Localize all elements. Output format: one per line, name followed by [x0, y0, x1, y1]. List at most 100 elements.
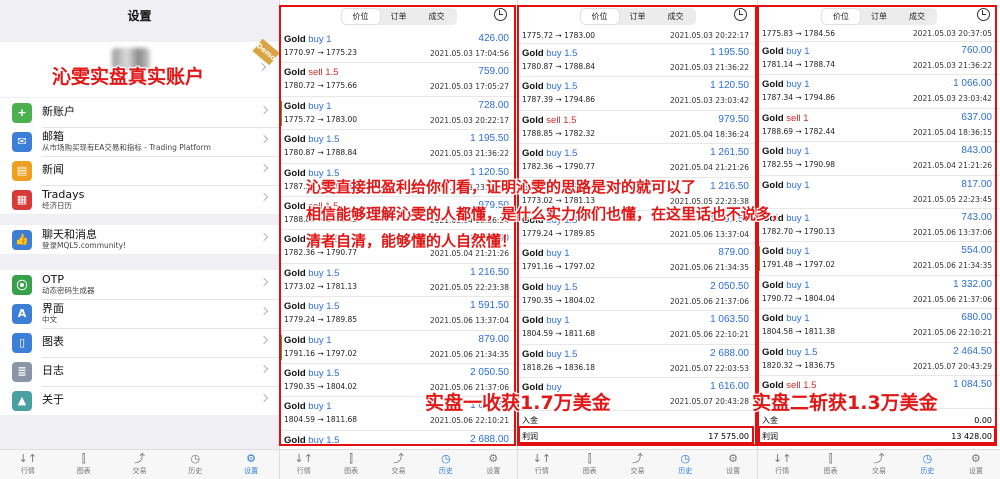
tab-trade[interactable]: ⤴ 交易: [112, 450, 168, 479]
tab-chart-tab[interactable]: ⫿ 图表: [56, 450, 112, 479]
settings-row[interactable]: ≣ 日志: [0, 357, 279, 386]
tab-label: 设置: [244, 467, 259, 475]
settings-group-1: + 新账户 ✉ 邮箱 从市场购买现有EA交易和指标 - Trading Platform…: [0, 98, 279, 214]
tab-history[interactable]: ◷ 历史: [903, 450, 951, 479]
chevron-right-icon: [257, 62, 267, 72]
settings-row-sublabel: 中文: [42, 314, 57, 324]
highlight-frame-panel-3: [757, 5, 997, 446]
overlay-caption-2: 实盘二斩获1.3万美金: [752, 392, 938, 414]
page-title: 设置: [127, 8, 152, 23]
tab-history[interactable]: ◷ 历史: [422, 450, 469, 479]
tab-chart-tab[interactable]: ⫿ 图表: [566, 450, 614, 479]
trade-icon: ⤴: [873, 452, 885, 465]
settings-row-text: Tradays 经济日历: [42, 187, 279, 210]
tab-label: 图表: [823, 467, 838, 475]
settings-row[interactable]: ▦ Tradays 经济日历: [0, 185, 279, 214]
profit-highlight-1: [518, 426, 754, 444]
settings-row[interactable]: ✉ 邮箱 从市场购买现有EA交易和指标 - Trading Platform: [0, 127, 279, 156]
tab-label: 交易: [391, 467, 406, 475]
settings-group-2: 👍 聊天和消息 登录MQL5.community!: [0, 225, 279, 254]
settings-row-text: OTP 动态密码生成器: [42, 272, 279, 295]
settings-row-text: 关于: [42, 394, 279, 407]
tab-trade[interactable]: ⤴ 交易: [855, 450, 903, 479]
overlay-line-3: 清者自清，能够懂的人自然懂！: [306, 232, 517, 250]
history-icon: ◷: [680, 452, 691, 465]
tab-quotes[interactable]: ↓↑ 行情: [518, 450, 566, 479]
history-icon: ◷: [922, 452, 933, 465]
tab-settings[interactable]: ⚙ 设置: [709, 450, 757, 479]
settings-icon: ⚙: [728, 452, 739, 465]
settings-row[interactable]: ▯ 图表: [0, 328, 279, 357]
tab-label: 行情: [534, 467, 549, 475]
tab-label: 设置: [486, 467, 501, 475]
history-icon: ◷: [190, 452, 201, 465]
settings-row-sublabel: 从市场购买现有EA交易和指标 - Trading Platform: [42, 142, 211, 152]
log-icon: ≣: [12, 361, 32, 382]
tab-chart-tab[interactable]: ⫿ 图表: [327, 450, 374, 479]
overlay-line-2: 相信能够理解沁雯的人都懂，是什么实力你们也懂，在这里话也不说多，: [306, 205, 787, 223]
trade-icon: ⤴: [631, 452, 643, 465]
chart-tab-icon: ⫿: [81, 452, 86, 465]
language-icon: A: [12, 303, 32, 324]
chat-icon: 👍: [12, 229, 32, 250]
tab-quotes[interactable]: ↓↑ 行情: [758, 450, 806, 479]
settings-row-label: OTP: [42, 272, 65, 286]
tab-settings[interactable]: ⚙ 设置: [470, 450, 517, 479]
tab-label: 交易: [872, 467, 887, 475]
quotes-icon: ↓↑: [532, 452, 552, 465]
tab-settings[interactable]: ⚙ 设置: [952, 450, 1000, 479]
tab-trade[interactable]: ⤴ 交易: [375, 450, 422, 479]
tab-trade[interactable]: ⤴ 交易: [614, 450, 662, 479]
highlight-frame-panel-1: [279, 5, 516, 446]
settings-group-3: ⦿ OTP 动态密码生成器 A 界面 中文 ▯ 图表 ≣ 日志 ▲ 关于: [0, 270, 279, 415]
settings-row-sublabel: 动态密码生成器: [42, 285, 95, 295]
settings-row-text: 新闻: [42, 164, 279, 177]
settings-row[interactable]: ▲ 关于: [0, 386, 279, 415]
screenshot-collage: 设置 Demo + 新账户 ✉ 邮箱 从市场购买现有EA交易和指标 - Trading …: [0, 0, 1000, 479]
profit-highlight-2: [758, 426, 996, 444]
bottom-tab-bar: ↓↑ 行情 ⫿ 图表 ⤴ 交易 ◷ 历史 ⚙ 设置: [518, 449, 757, 479]
settings-row-text: 新账户: [42, 106, 279, 119]
settings-row[interactable]: A 界面 中文: [0, 299, 279, 328]
settings-row[interactable]: 👍 聊天和消息 登录MQL5.community!: [0, 225, 279, 254]
highlight-frame-panel-2: [517, 5, 757, 446]
tab-label: 历史: [920, 467, 935, 475]
bottom-tab-bar: ↓↑ 行情 ⫿ 图表 ⤴ 交易 ◷ 历史 ⚙ 设置: [280, 449, 517, 479]
bottom-tab-bar: ↓↑ 行情 ⫿ 图表 ⤴ 交易 ◷ 历史 ⚙ 设置: [758, 449, 1000, 479]
tab-label: 行情: [296, 467, 311, 475]
tab-history[interactable]: ◷ 历史: [167, 450, 223, 479]
tab-label: 交易: [630, 467, 645, 475]
chart-icon: ▯: [12, 332, 32, 353]
mail-icon: ✉: [12, 131, 32, 152]
settings-row[interactable]: + 新账户: [0, 98, 279, 127]
settings-row-text: 邮箱 从市场购买现有EA交易和指标 - Trading Platform: [42, 130, 279, 152]
settings-row-sublabel: 登录MQL5.community!: [42, 240, 127, 250]
tab-chart-tab[interactable]: ⫿ 图表: [806, 450, 854, 479]
settings-icon: ⚙: [246, 452, 257, 465]
settings-row-label: 日志: [42, 364, 64, 378]
settings-row-label: 界面: [42, 301, 64, 315]
tab-label: 图表: [582, 467, 597, 475]
overlay-headline: 沁雯实盘真实账户: [52, 66, 205, 88]
settings-row-text: 聊天和消息 登录MQL5.community!: [42, 227, 279, 250]
otp-icon: ⦿: [12, 274, 32, 295]
history-icon: ◷: [441, 452, 451, 465]
trade-icon: ⤴: [133, 452, 145, 465]
settings-row-label: Tradays: [42, 187, 85, 201]
trade-icon: ⤴: [393, 452, 405, 465]
bottom-tab-bar: ↓↑ 行情 ⫿ 图表 ⤴ 交易 ◷ 历史 ⚙ 设置: [0, 449, 279, 479]
tab-quotes[interactable]: ↓↑ 行情: [0, 450, 56, 479]
settings-row-text: 界面 中文: [42, 301, 279, 324]
about-icon: ▲: [12, 390, 32, 411]
tab-label: 历史: [678, 467, 693, 475]
settings-row-label: 图表: [42, 335, 64, 349]
settings-icon: ⚙: [488, 452, 499, 465]
tab-label: 历史: [188, 467, 203, 475]
settings-row[interactable]: ⦿ OTP 动态密码生成器: [0, 270, 279, 299]
tab-quotes[interactable]: ↓↑ 行情: [280, 450, 327, 479]
tab-history[interactable]: ◷ 历史: [661, 450, 709, 479]
quotes-icon: ↓↑: [294, 452, 313, 465]
settings-row[interactable]: ▤ 新闻: [0, 156, 279, 185]
settings-row-label: 聊天和消息: [42, 227, 97, 241]
tab-settings[interactable]: ⚙ 设置: [223, 450, 279, 479]
